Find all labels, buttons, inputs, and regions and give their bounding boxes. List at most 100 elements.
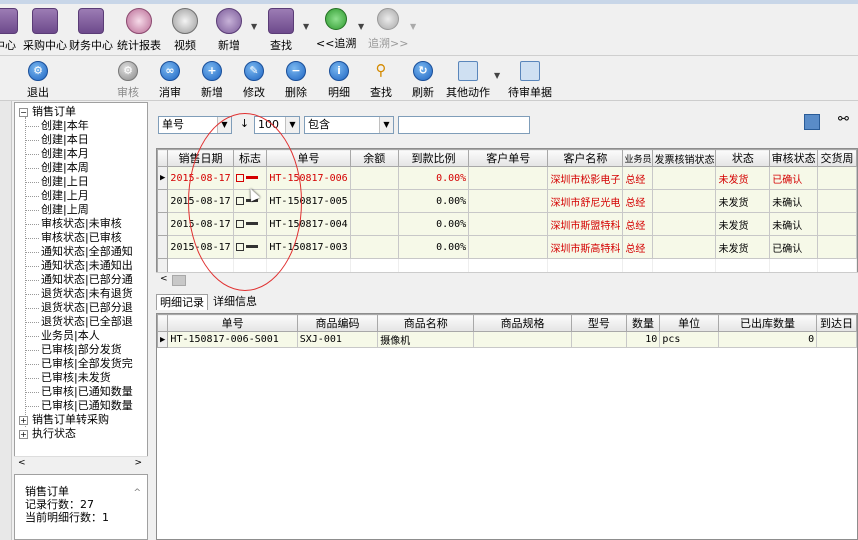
tree-item[interactable]: 退货状态|未有退货	[25, 287, 133, 301]
tree-item[interactable]: 创建|上月	[25, 189, 89, 203]
tree-item[interactable]: 审核状态|未审核	[25, 217, 122, 231]
add-button[interactable]: + 新增	[198, 61, 226, 101]
hub-button[interactable]: 中心	[0, 8, 20, 54]
flag-checkbox-icon	[235, 173, 244, 182]
flag-cell[interactable]	[232, 235, 268, 259]
detail-row[interactable]: ▶ HT-150817-006-S001 SXJ-001 摄像机 10 pcs …	[157, 331, 857, 348]
detail-col-header[interactable]: 到达日	[816, 314, 857, 332]
detail-col-header[interactable]: 商品名称	[377, 314, 475, 332]
table-row[interactable]: 2015-08-17 HT-150817-005 0.00% 深圳市舒尼光电 总经 未发货…	[157, 189, 857, 213]
audit-button[interactable]: ⚙ 审核	[114, 61, 142, 101]
tree-root[interactable]: − 销售订单	[19, 105, 76, 119]
tree-horizontal-scrollbar[interactable]: < >	[14, 456, 148, 472]
field-select[interactable]: 单号 ▼	[158, 116, 232, 134]
col-header[interactable]: 余额	[349, 149, 399, 167]
trace-back-button[interactable]: <<追溯	[316, 8, 356, 54]
limit-select[interactable]: 100 ▼	[254, 116, 300, 134]
flag-cell[interactable]	[232, 212, 268, 236]
find-dropdown-icon[interactable]: ▼	[303, 22, 309, 31]
scroll-left-icon[interactable]: <	[160, 274, 168, 284]
tree-item[interactable]: 退货状态|已全部退	[25, 315, 133, 329]
expand-icon[interactable]: +	[19, 429, 28, 439]
filter-value-input[interactable]	[398, 116, 530, 134]
col-header[interactable]: 单号	[266, 149, 351, 167]
new-dropdown-icon[interactable]: ▼	[251, 22, 257, 31]
tree-node-transfer[interactable]: + 销售订单转采购	[19, 413, 109, 427]
export-icon[interactable]	[804, 114, 820, 130]
sort-toggle[interactable]: ↓	[234, 116, 252, 134]
detail-col-header[interactable]: 商品规格	[473, 314, 572, 332]
tree-item[interactable]: 创建|本年	[25, 119, 89, 133]
col-header[interactable]: 状态	[715, 149, 771, 167]
detail-col-header[interactable]: 商品编码	[296, 314, 379, 332]
tree-item-label: 创建|上周	[41, 203, 89, 216]
exit-button[interactable]: ⚙ 退出	[24, 61, 52, 101]
trace-back-dropdown-icon[interactable]: ▼	[358, 22, 364, 31]
report-button[interactable]: 统计报表	[116, 8, 162, 54]
detail-col-header[interactable]: 已出库数量	[717, 314, 818, 332]
tree-item[interactable]: 已审核|已通知数量	[25, 399, 133, 413]
scroll-left-icon[interactable]: <	[18, 458, 26, 468]
finance-center-button[interactable]: 财务中心	[68, 8, 114, 54]
find-module-button[interactable]: 查找	[266, 8, 296, 54]
tree-item[interactable]: 已审核|未发货	[25, 371, 111, 385]
col-header[interactable]: 发票核销状态	[652, 149, 717, 167]
tree-node-execution[interactable]: + 执行状态	[19, 427, 76, 441]
collapse-icon[interactable]: −	[19, 107, 28, 117]
search-button[interactable]: ⚲ 查找	[367, 61, 395, 101]
tree-item[interactable]: 业务员|本人	[25, 329, 100, 343]
col-header[interactable]: 业务员	[622, 149, 654, 167]
flag-cell[interactable]	[232, 166, 268, 190]
detail-button[interactable]: i 明细	[325, 61, 353, 101]
table-row[interactable]: ▶ 2015-08-17 HT-150817-006 0.00% 深圳市松影电子 总经 未发…	[157, 166, 857, 190]
trace-forward-dropdown-icon[interactable]: ▼	[410, 22, 416, 31]
col-header[interactable]: 客户名称	[547, 149, 624, 167]
col-header[interactable]: 标志	[232, 149, 268, 167]
col-header[interactable]: 审核状态	[769, 149, 818, 167]
tree-item[interactable]: 通知状态|全部通知	[25, 245, 133, 259]
tree-item[interactable]: 已审核|已通知数量	[25, 385, 133, 399]
detail-col-header[interactable]: 单号	[167, 314, 298, 332]
col-header[interactable]: 到款比例	[397, 149, 470, 167]
delete-button[interactable]: − 删除	[282, 61, 310, 101]
trace-forward-button[interactable]: 追溯>>	[368, 8, 408, 54]
other-actions-button[interactable]: 其他动作	[444, 61, 492, 101]
col-header[interactable]: 客户单号	[468, 149, 549, 167]
tab-detail-info[interactable]: 详细信息	[210, 294, 260, 310]
tree-item[interactable]: 创建|本日	[25, 133, 89, 147]
scroll-right-icon[interactable]: >	[134, 458, 142, 468]
tree-item[interactable]: 审核状态|已审核	[25, 231, 122, 245]
grid-horizontal-scrollbar[interactable]: <	[156, 272, 858, 288]
detail-col-header[interactable]: 单位	[659, 314, 719, 332]
other-actions-dropdown-icon[interactable]: ▼	[494, 71, 500, 80]
tree-item[interactable]: 创建|本周	[25, 161, 89, 175]
scroll-thumb[interactable]	[172, 275, 186, 286]
col-header[interactable]: 交货周	[816, 149, 857, 167]
tree-item[interactable]: 已审核|全部发货完	[25, 357, 133, 371]
tree-item[interactable]: 创建|本月	[25, 147, 89, 161]
detail-col-header[interactable]: 数量	[625, 314, 661, 332]
tree-item[interactable]: 创建|上日	[25, 175, 89, 189]
cancel-audit-button[interactable]: ∞ 消审	[156, 61, 184, 101]
tree-item[interactable]: 通知状态|已部分通	[25, 273, 133, 287]
tree-item[interactable]: 退货状态|已部分退	[25, 301, 133, 315]
new-module-button[interactable]: 新增	[214, 8, 244, 54]
operator-select[interactable]: 包含 ▼	[304, 116, 394, 134]
tree-item[interactable]: 通知状态|未通知出	[25, 259, 133, 273]
table-row[interactable]: 2015-08-17 HT-150817-003 0.00% 深圳市斯高特科 总经 未发货…	[157, 235, 857, 259]
edit-button[interactable]: ✎ 修改	[240, 61, 268, 101]
refresh-button[interactable]: ↻ 刷新	[409, 61, 437, 101]
binoculars-icon[interactable]: ⚯	[838, 112, 849, 127]
status-scroll-up-icon[interactable]: ^	[133, 487, 141, 500]
detail-col-header[interactable]: 型号	[570, 314, 627, 332]
pending-docs-button[interactable]: 待审单据	[506, 61, 554, 101]
tree-item[interactable]: 创建|上周	[25, 203, 89, 217]
expand-icon[interactable]: +	[19, 415, 28, 425]
video-button[interactable]: 视频	[170, 8, 200, 54]
table-row[interactable]: 2015-08-17 HT-150817-004 0.00% 深圳市斯盟特科 总经 未发货…	[157, 212, 857, 236]
purchase-center-button[interactable]: 采购中心	[22, 8, 68, 54]
row-indicator-icon	[157, 189, 169, 213]
col-header[interactable]: 销售日期	[167, 149, 234, 167]
tab-detail-records[interactable]: 明细记录	[156, 294, 208, 310]
tree-item[interactable]: 已审核|部分发货	[25, 343, 122, 357]
